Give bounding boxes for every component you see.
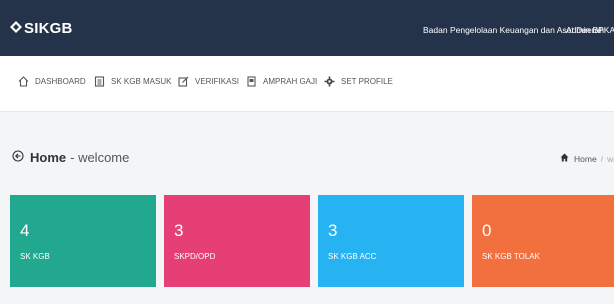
file-icon bbox=[246, 76, 257, 87]
stat-label: SK KGB ACC bbox=[328, 252, 377, 261]
nav-item-verifikasi[interactable]: VERIFIKASI bbox=[178, 76, 239, 87]
logo-icon bbox=[10, 21, 22, 36]
nav-item-set-profile[interactable]: SET PROFILE bbox=[324, 76, 393, 87]
breadcrumb-home-link[interactable]: Home bbox=[574, 154, 597, 164]
home-icon bbox=[560, 153, 569, 164]
stat-label: SKPD/OPD bbox=[174, 252, 216, 261]
edit-icon bbox=[178, 76, 189, 87]
stat-value: 3 bbox=[174, 221, 184, 240]
nav-label: DASHBOARD bbox=[35, 77, 86, 86]
page-header: Home - welcome Home / welcome bbox=[0, 113, 614, 193]
top-bar: SIKGB Badan Pengelolaan Keuangan dan Ase… bbox=[0, 0, 614, 56]
page-title-text: Home bbox=[30, 150, 67, 165]
nav-label: AMPRAH GAJI bbox=[263, 77, 318, 86]
gear-icon bbox=[324, 76, 335, 87]
stat-value: 4 bbox=[20, 221, 30, 240]
brand-name: SIKGB bbox=[24, 20, 73, 37]
stat-card-sk-kgb-tolak[interactable]: 0 SK KGB TOLAK bbox=[472, 195, 614, 287]
breadcrumb-current: welcome bbox=[607, 153, 614, 164]
main-nav: DASHBOARD SK KGB MASUK VERIFIKASI AMPRAH… bbox=[0, 56, 614, 112]
nav-item-dashboard[interactable]: DASHBOARD bbox=[18, 76, 86, 87]
user-menu[interactable]: Admin BPKAD▼ bbox=[566, 25, 614, 35]
stat-card-sk-kgb-acc[interactable]: 3 SK KGB ACC bbox=[318, 195, 464, 287]
brand-logo[interactable]: SIKGB bbox=[10, 20, 73, 37]
stat-label: SK KGB bbox=[20, 252, 50, 261]
stat-value: 3 bbox=[328, 221, 338, 240]
nav-item-amprah-gaji[interactable]: AMPRAH GAJI bbox=[246, 76, 317, 87]
page-title: Home - welcome bbox=[12, 150, 129, 165]
document-icon bbox=[94, 76, 105, 87]
breadcrumb-separator: / bbox=[600, 153, 604, 164]
home-icon bbox=[18, 76, 29, 87]
nav-label: SET PROFILE bbox=[341, 77, 393, 86]
breadcrumb: Home / welcome bbox=[560, 153, 614, 164]
stat-card-sk-kgb[interactable]: 4 SK KGB bbox=[10, 195, 156, 287]
nav-label: SK KGB MASUK bbox=[111, 77, 172, 86]
nav-label: VERIFIKASI bbox=[195, 77, 240, 86]
stat-card-skpd-opd[interactable]: 3 SKPD/OPD bbox=[164, 195, 310, 287]
stat-value: 0 bbox=[482, 221, 492, 240]
page-subtitle: - welcome bbox=[70, 150, 130, 165]
circle-arrow-icon bbox=[12, 150, 24, 165]
stat-label: SK KGB TOLAK bbox=[482, 252, 540, 261]
user-name: Admin BPKAD bbox=[566, 25, 614, 35]
nav-item-sk-kgb-masuk[interactable]: SK KGB MASUK bbox=[94, 76, 171, 87]
